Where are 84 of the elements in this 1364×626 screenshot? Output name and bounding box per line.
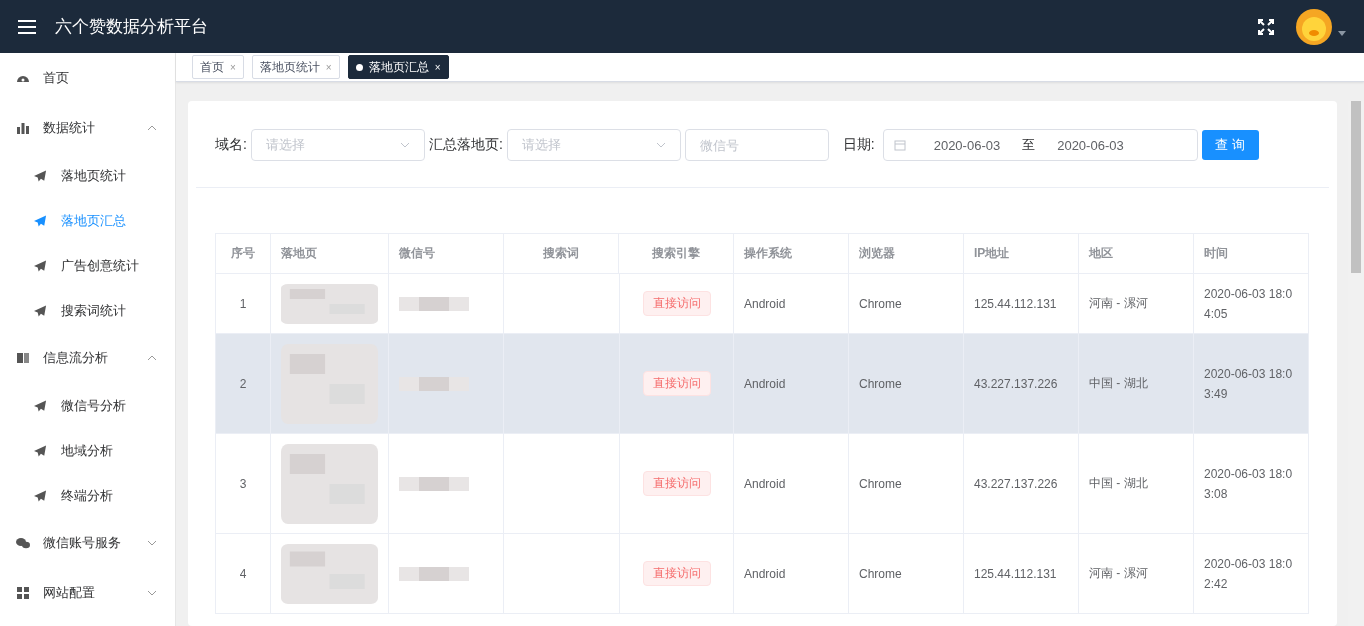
table-cell-text: 2020-06-03 18:03:08 [1204, 465, 1294, 503]
book-icon [16, 351, 30, 365]
column-header: 浏览器 [849, 234, 964, 273]
tab[interactable]: 落地页统计 × [251, 55, 340, 79]
table-cell: Android [744, 476, 786, 491]
table-cell: 河南 - 漯河 [1089, 295, 1148, 312]
paper-plane-icon [34, 169, 47, 182]
table-cell: 4 [239, 566, 247, 581]
calendar-icon [893, 139, 906, 151]
table-cell: Android [744, 296, 786, 311]
column-header: IP地址 [964, 234, 1079, 273]
table-cell: Android [744, 566, 786, 581]
bars-icon [16, 121, 30, 135]
source-tag: 直接访问 [642, 371, 711, 396]
paper-plane-icon [34, 304, 47, 317]
paper-plane-icon [34, 489, 47, 502]
chevron-down-icon [147, 590, 157, 596]
table-cell: Chrome [859, 296, 902, 311]
column-header: 时间 [1194, 234, 1309, 273]
grid-icon [16, 586, 30, 600]
date-range-field[interactable]: 2020-06-03 至 2020-06-03 [882, 129, 1198, 161]
sidebar-item[interactable]: 搜索词统计 [0, 288, 175, 333]
paper-plane-icon [34, 399, 47, 412]
field-label: 日期: [842, 136, 875, 154]
table-cell: 3 [239, 476, 247, 491]
column-header: 搜索词 [504, 234, 619, 273]
sidebar-item[interactable]: 信息流分析 [0, 333, 175, 383]
chevron-up-icon [147, 125, 157, 131]
sidebar-item[interactable]: 微信号分析 [0, 383, 175, 428]
blurred-text [399, 376, 469, 391]
table-cell: 中国 - 湖北 [1089, 375, 1148, 392]
field-label: 域名: [215, 136, 247, 154]
menu-icon[interactable] [18, 19, 36, 34]
column-header: 搜索引擎 [619, 234, 734, 273]
source-tag: 直接访问 [642, 291, 711, 316]
sidebar-item[interactable]: 广告创意统计 [0, 243, 175, 288]
table-cell: 2 [239, 376, 247, 391]
sidebar-item[interactable]: 首页 [0, 53, 175, 103]
column-header: 操作系统 [734, 234, 849, 273]
blurred-text [399, 566, 469, 581]
sidebar-item[interactable]: 微信账号服务 [0, 518, 175, 568]
chat-icon [16, 536, 30, 550]
table-cell: Android [744, 376, 786, 391]
table-cell: Chrome [859, 376, 902, 391]
tab[interactable]: 落地页汇总 × [347, 55, 449, 79]
source-tag: 直接访问 [642, 561, 711, 586]
caret-icon[interactable] [1338, 31, 1346, 36]
table-cell: 125.44.112.131 [974, 566, 1057, 581]
paper-plane-icon [34, 259, 47, 272]
table-cell: 1 [239, 296, 247, 311]
column-header: 序号 [216, 234, 271, 273]
paper-plane-icon [34, 444, 47, 457]
table-cell: 43.227.137.226 [974, 376, 1058, 391]
table-cell: 43.227.137.226 [974, 476, 1058, 491]
table-cell: 河南 - 漯河 [1089, 565, 1148, 582]
table-cell-text: 2020-06-03 18:04:05 [1204, 285, 1294, 323]
blurred-text [399, 296, 469, 311]
paper-plane-icon [34, 214, 47, 227]
table-cell: 125.44.112.131 [974, 296, 1057, 311]
chevron-down-icon [655, 142, 666, 148]
field-label: 汇总落地页: [428, 136, 503, 154]
table-cell-text: 2020-06-03 18:02:42 [1204, 555, 1294, 593]
blurred-text [399, 476, 469, 491]
chevron-up-icon [147, 355, 157, 361]
tab[interactable]: 首页 × [192, 55, 244, 79]
chevron-down-icon [399, 142, 410, 148]
avatar[interactable] [1296, 8, 1332, 45]
source-tag: 直接访问 [642, 471, 711, 496]
column-header: 落地页 [271, 234, 389, 273]
sidebar-item[interactable]: 终端分析 [0, 473, 175, 518]
table-cell: Chrome [859, 476, 902, 491]
sidebar-item[interactable]: 数据统计 [0, 103, 175, 153]
table-cell-text: 2020-06-03 18:03:49 [1204, 365, 1294, 403]
sidebar-item[interactable]: 地域分析 [0, 428, 175, 473]
sidebar-item[interactable]: 网站配置 [0, 568, 175, 618]
table-cell: Chrome [859, 566, 902, 581]
column-header: 微信号 [389, 234, 504, 273]
chevron-down-icon [147, 540, 157, 546]
app-title: 六个赞数据分析平台 [55, 16, 208, 38]
table-cell: 中国 - 湖北 [1089, 475, 1148, 492]
input-field[interactable]: 微信号 [684, 129, 829, 161]
fullscreen-icon[interactable] [1258, 18, 1274, 35]
column-header: 地区 [1079, 234, 1194, 273]
sidebar-item[interactable]: 落地页统计 [0, 153, 175, 198]
